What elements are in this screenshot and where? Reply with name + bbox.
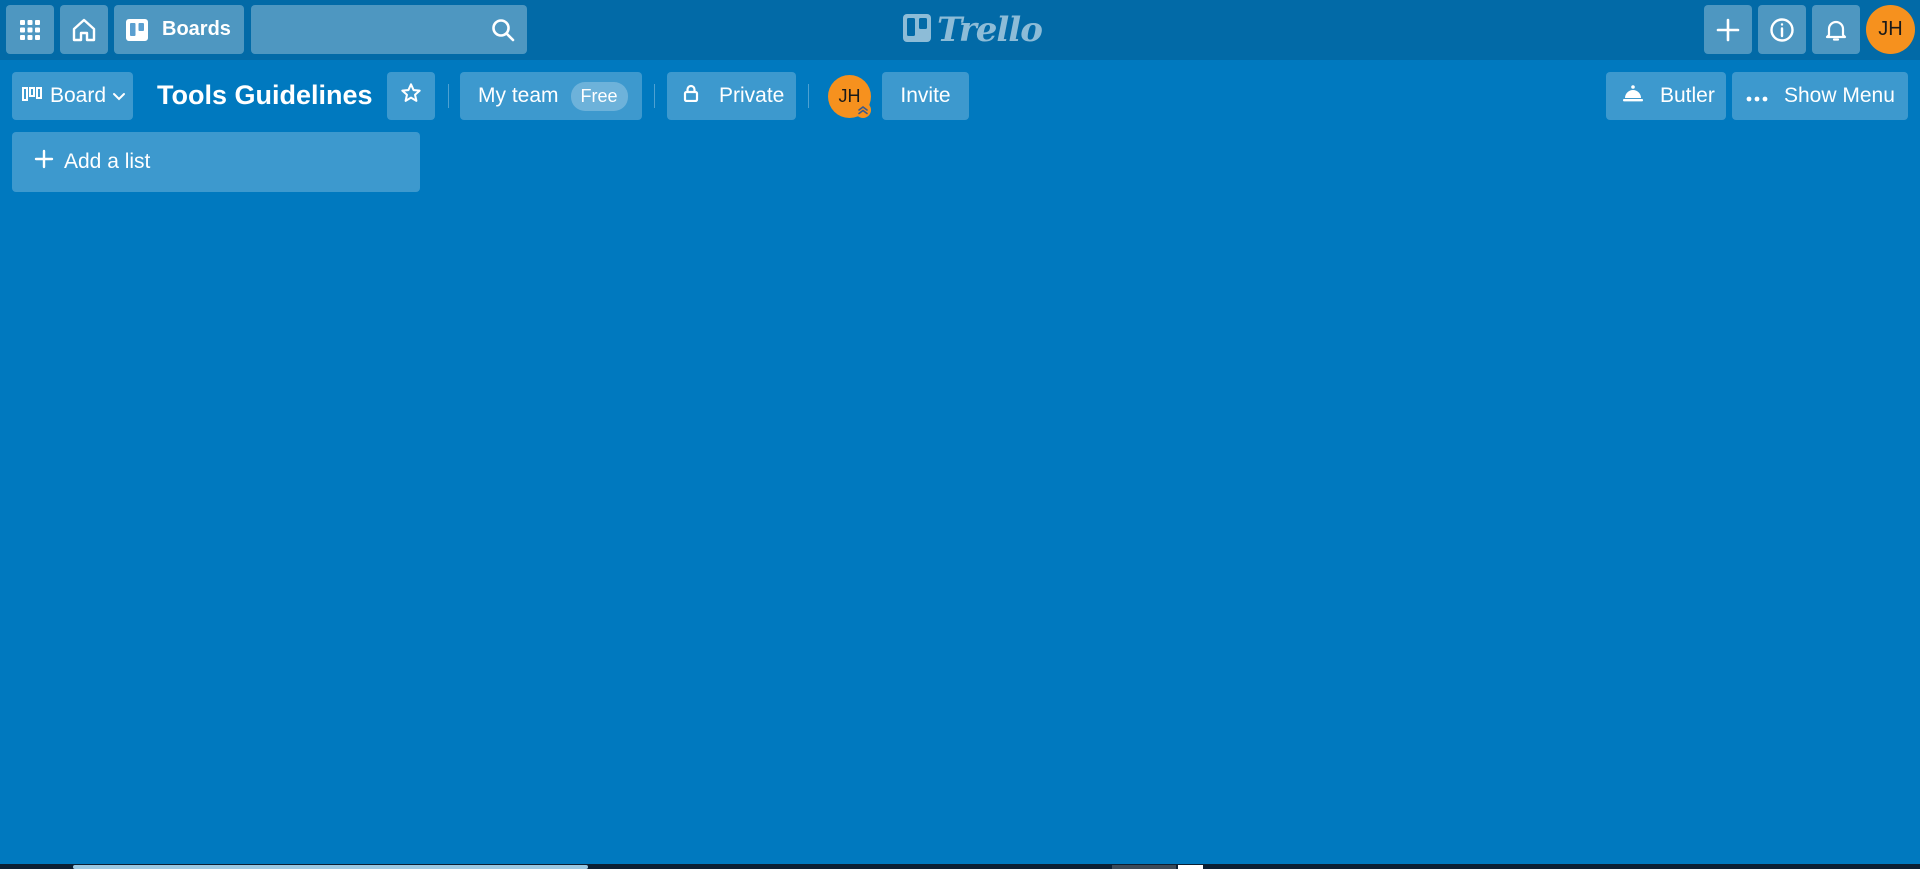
butler-button[interactable]: Butler [1606, 72, 1726, 120]
plus-icon [1716, 18, 1740, 42]
team-name: My team [478, 84, 559, 107]
add-list-label: Add a list [64, 150, 151, 173]
team-plan-badge: Free [570, 81, 628, 111]
notifications-button[interactable] [1812, 5, 1860, 54]
ellipsis-icon [1746, 84, 1768, 108]
lock-icon [683, 84, 699, 108]
admin-chevron-icon [855, 102, 871, 118]
header-divider [654, 84, 655, 108]
search-icon[interactable] [491, 18, 515, 47]
board-view-switcher[interactable]: Board [12, 72, 133, 120]
privacy-label: Private [719, 84, 785, 107]
board-title[interactable]: Tools Guidelines [157, 80, 373, 114]
search-input[interactable] [251, 5, 527, 54]
header-divider [448, 84, 449, 108]
boards-button[interactable]: Boards [114, 5, 244, 54]
trello-logo-icon [903, 13, 931, 47]
home-icon [71, 17, 97, 43]
board-view-icon [22, 84, 42, 108]
butler-bell-icon [1622, 84, 1644, 108]
top-header: Boards Trello JH [0, 0, 1920, 60]
boards-icon [126, 18, 148, 41]
star-icon [400, 82, 422, 110]
team-button[interactable]: My team Free [460, 72, 642, 120]
apps-grid-icon [19, 19, 41, 41]
butler-label: Butler [1660, 84, 1715, 107]
invite-label: Invite [900, 84, 951, 107]
info-icon [1769, 17, 1795, 43]
show-menu-label: Show Menu [1784, 84, 1895, 107]
search-box[interactable] [251, 5, 527, 54]
home-button[interactable] [60, 5, 108, 54]
add-list-button[interactable]: Add a list [12, 132, 420, 192]
user-initials: JH [1878, 18, 1903, 40]
trello-logo[interactable]: Trello [903, 10, 1043, 50]
board-view-label: Board [50, 84, 107, 107]
scrollbar-thumb[interactable] [73, 865, 588, 869]
logo-text: Trello [937, 10, 1043, 50]
create-button[interactable] [1704, 5, 1752, 54]
info-button[interactable] [1758, 5, 1806, 54]
chevron-down-icon [112, 84, 126, 108]
scrollbar-segment [1178, 865, 1203, 869]
invite-button[interactable]: Invite [882, 72, 969, 120]
header-divider [808, 84, 809, 108]
privacy-button[interactable]: Private [667, 72, 796, 120]
scrollbar-segment [1112, 865, 1176, 869]
plus-icon [34, 149, 54, 175]
boards-label: Boards [162, 18, 231, 40]
star-board-button[interactable] [387, 72, 435, 120]
bell-icon [1824, 18, 1848, 42]
apps-button[interactable] [6, 5, 54, 54]
user-avatar[interactable]: JH [1866, 5, 1915, 54]
show-menu-button[interactable]: Show Menu [1732, 72, 1908, 120]
